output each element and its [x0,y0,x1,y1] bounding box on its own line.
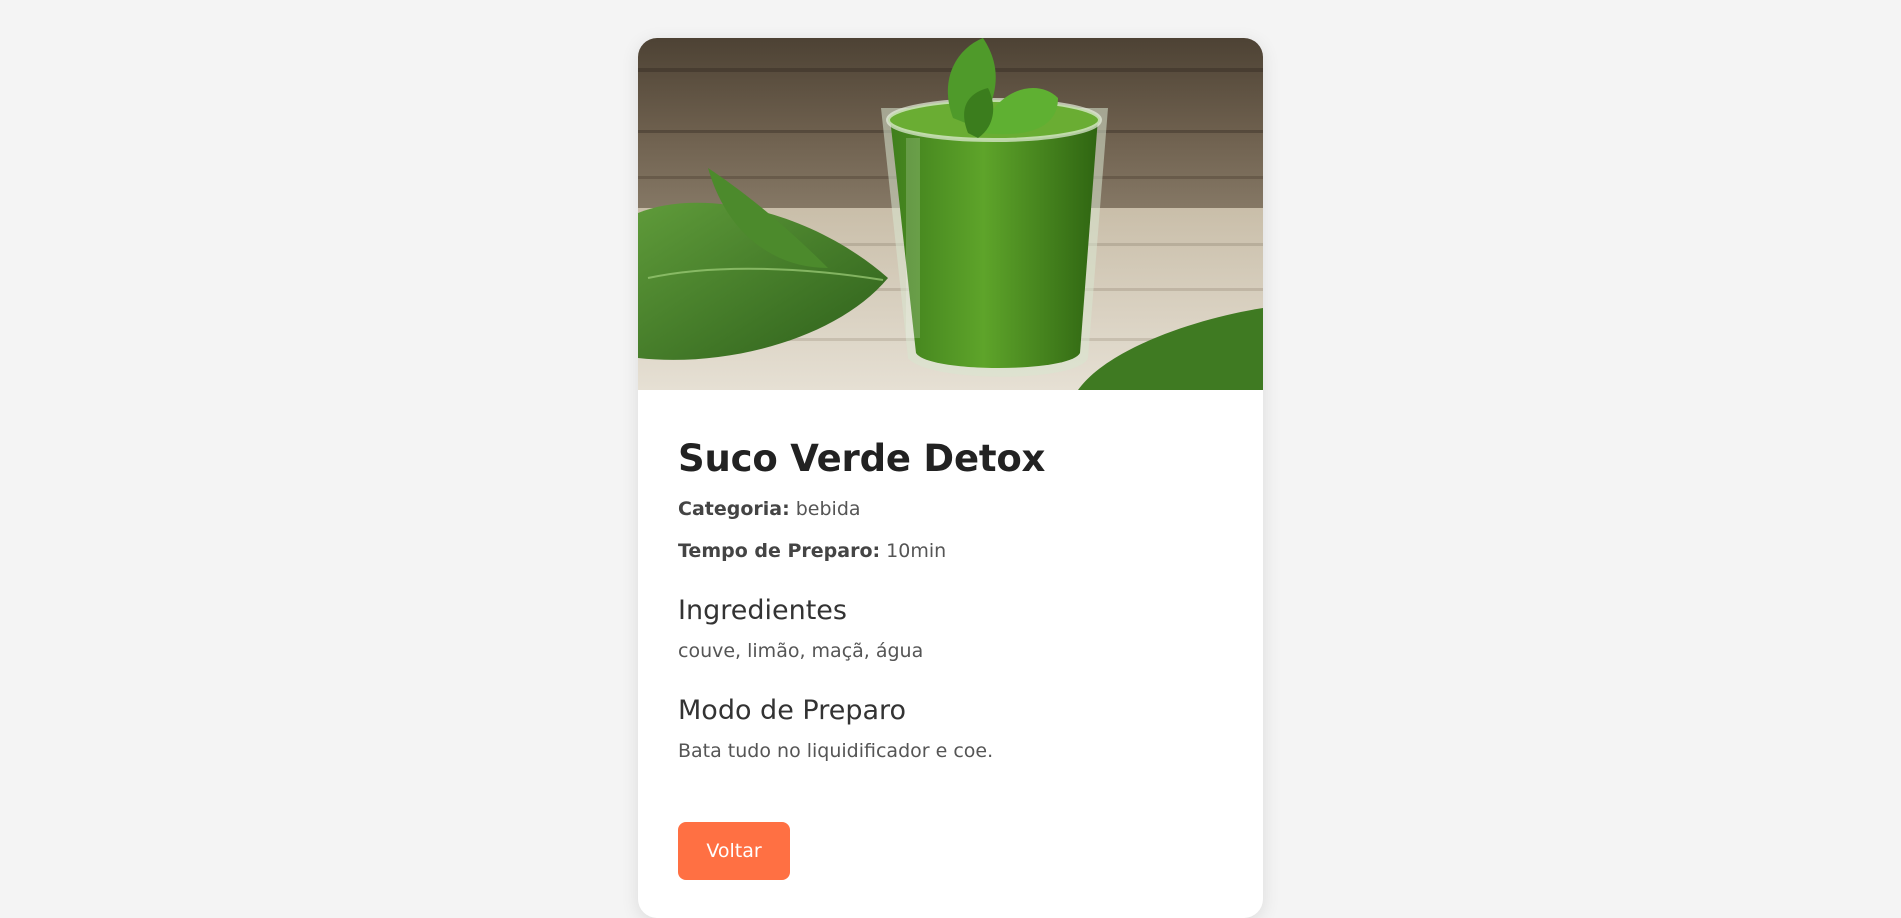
method-heading: Modo de Preparo [678,695,907,726]
prep-time-value: 10min [886,540,947,562]
category-value: bebida [795,498,861,520]
ingredients-heading: Ingredientes [678,595,847,626]
recipe-prep-time: Tempo de Preparo: 10min [678,539,1223,564]
recipe-category: Categoria: bebida [678,497,1223,522]
ingredients-text: couve, limão, maçã, água [678,640,924,662]
prep-time-label: Tempo de Preparo: [678,540,881,562]
method-text: Bata tudo no liquidificador e coe. [678,740,994,762]
category-label: Categoria: [678,498,790,520]
recipe-title: Suco Verde Detox [678,437,1046,480]
recipe-card: Suco Verde Detox Categoria: bebida Tempo… [638,38,1263,918]
recipe-details: Suco Verde Detox Categoria: bebida Tempo… [638,436,1263,764]
recipe-image [638,38,1263,390]
back-button[interactable]: Voltar [678,822,790,880]
